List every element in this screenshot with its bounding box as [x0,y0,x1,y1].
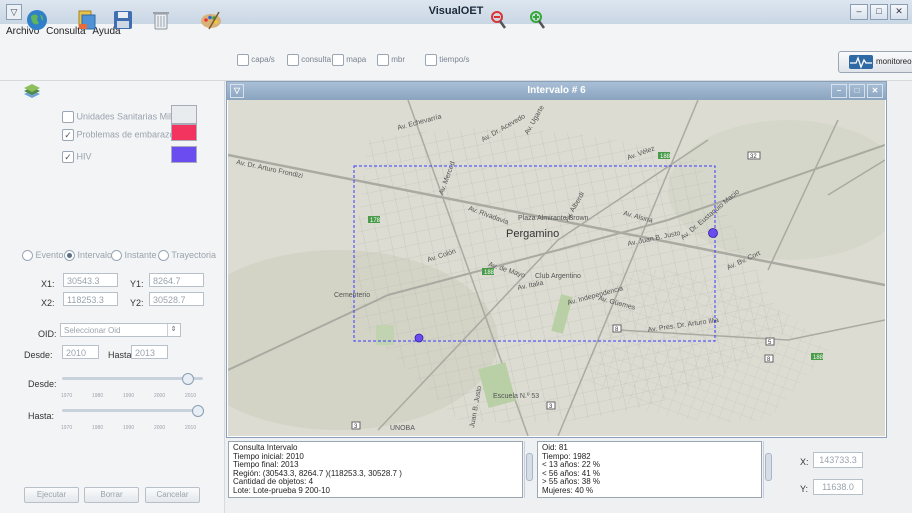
slider-hasta-tick: 2010 [185,425,197,431]
route-shield: 188 [813,355,824,361]
pulse-icon [849,55,873,69]
info-line: Mujeres: 40 % [542,485,594,495]
query-type-evento[interactable]: Evento [22,250,64,262]
hasta-field[interactable]: 2013 [131,345,168,359]
desde-field[interactable]: 2010 [62,345,99,359]
toolbar-check-consulta[interactable]: consulta [287,54,331,66]
info-line: Lote: Lote-prueba 9 200-10 [233,485,330,495]
cancel-button[interactable]: Cancelar [145,487,200,503]
place-label: Plaza Almirante Brown [518,215,589,222]
layer-color-embarazo[interactable] [171,124,197,141]
slider-hasta-thumb[interactable] [191,405,204,417]
interval-window: Intervalo # 6 ▽ – □ ✕ Pergamino Av. Dr. … [226,81,887,438]
globe-icon[interactable] [26,9,48,31]
city-label: Pergamino [506,228,559,240]
layer-item-embarazo[interactable]: Problemas de embarazo [62,129,175,141]
zoom-in-icon[interactable] [527,9,549,31]
query-info-box: Consulta Intervalo Tiempo inicial: 2010 … [228,441,523,498]
interval-window-title: Intervalo # 6 ▽ – □ ✕ [227,82,886,100]
map-canvas[interactable]: Pergamino Av. Dr. Arturo Frondizi Av. de… [228,100,885,436]
monitor-button[interactable]: monitoreo [838,51,912,73]
place-label: Escuela N.º 53 [493,393,539,400]
palette-icon[interactable] [200,9,222,31]
y1-field[interactable]: 8264.7 [149,273,204,287]
slider-hasta-tick: 1980 [92,425,104,431]
query-type-trayectoria[interactable]: Trayectoria [158,250,216,262]
x1-field[interactable]: 30543.3 [63,273,118,287]
title-bar: ▽ VisualOET – □ ✕ [0,0,912,25]
slider-desde-tick: 2010 [185,393,197,399]
slider-desde-label: Desde: [28,379,57,389]
object-info-scrollbar[interactable] [763,441,773,498]
x2-label: X2: [41,298,55,308]
window-title: VisualOET [428,5,484,17]
layer-item-hiv[interactable]: HIV [62,151,92,163]
save-icon[interactable] [112,9,134,31]
hiv-point[interactable] [414,333,424,343]
query-info-scrollbar[interactable] [524,441,534,498]
menu-bar: Archivo Consulta Ayuda [0,24,912,40]
cursor-y-field: 11638.0 [813,479,863,495]
minimize-button[interactable]: – [850,4,868,20]
slider-desde-tick: 1970 [61,393,73,399]
spinner-icon[interactable]: ⇕ [167,324,179,336]
desde-label: Desde: [24,350,53,360]
place-label: UNOBA [390,425,415,432]
run-button[interactable]: Ejecutar [24,487,79,503]
slider-hasta-track[interactable] [62,409,203,412]
slider-desde-tick: 2000 [154,393,166,399]
y1-label: Y1: [130,279,144,289]
route-shield: 188 [660,154,671,160]
slider-hasta-tick: 1970 [61,425,73,431]
x1-label: X1: [41,279,55,289]
slider-hasta-label: Hasta: [28,411,55,421]
place-label: Club Argentino [535,273,581,280]
cursor-x-label: X: [800,457,809,467]
layer-color-hiv[interactable] [171,146,197,163]
clear-button[interactable]: Borrar [84,487,139,503]
toolbar-check-tiempos[interactable]: tiempo/s [425,54,469,66]
slider-desde-tick: 1980 [92,393,104,399]
route-shield: 188 [484,270,495,276]
close-button[interactable]: ✕ [890,4,908,20]
map-svg: Pergamino Av. Dr. Arturo Frondizi Av. de… [228,100,885,436]
subwindow-maximize-button[interactable]: □ [849,84,865,98]
x2-field[interactable]: 118253.3 [63,292,118,306]
route-shield: 178 [370,218,381,224]
maximize-button[interactable]: □ [870,4,888,20]
slider-hasta-tick: 1990 [123,425,135,431]
toolbar-check-capas[interactable]: capa/s [237,54,275,66]
zoom-out-icon[interactable] [488,9,510,31]
slider-hasta-tick: 2000 [154,425,166,431]
layer-color-unidades[interactable] [171,105,197,124]
subwindow-close-button[interactable]: ✕ [867,84,883,98]
place-label: Cementerio [334,292,370,299]
toolbar-check-mapa[interactable]: mapa [332,54,366,66]
park-area [376,325,394,345]
cursor-x-field: 143733.3 [813,452,863,468]
subwindow-minimize-button[interactable]: – [831,84,847,98]
route-shield: 32 [750,154,757,160]
query-type-intervalo[interactable]: Intervalo [64,250,112,262]
subwindow-menu-icon[interactable]: ▽ [230,84,244,98]
y2-label: Y2: [130,298,144,308]
query-type-instante[interactable]: Instante [111,250,157,262]
cursor-y-label: Y: [800,484,809,494]
hiv-point[interactable] [708,228,718,238]
slider-desde-tick: 1990 [123,393,135,399]
layers-icon [24,84,40,98]
object-info-box: Oid: 81 Tiempo: 1982 < 13 años: 22 % < 5… [537,441,762,498]
layer-item-unidades[interactable]: Unidades Sanitarias Milv... [62,111,182,123]
toolbar-check-mbr[interactable]: mbr [377,54,405,66]
oid-select[interactable]: Seleccionar Oid ⇕ [60,323,181,337]
oid-label: OID: [38,329,57,339]
monitor-label: monitoreo [876,57,912,66]
y2-field[interactable]: 30528.7 [149,292,204,306]
trash-icon[interactable] [150,9,172,31]
open-layer-icon[interactable] [76,9,98,31]
